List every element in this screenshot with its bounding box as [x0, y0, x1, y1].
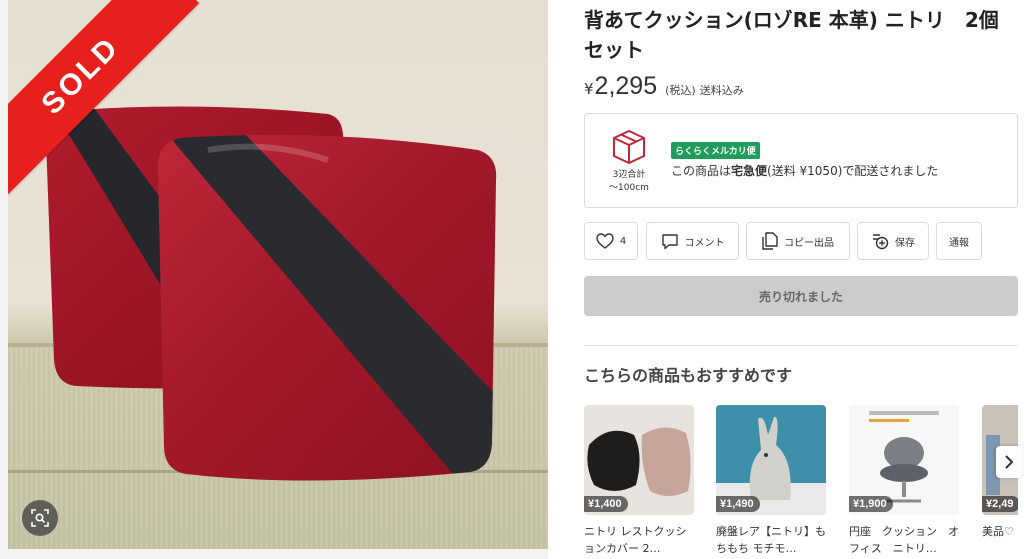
- copy-icon: [762, 232, 778, 250]
- recommendation-item[interactable]: ¥2,49 美品♡ ングシ: [982, 405, 1018, 557]
- report-label: 通報: [949, 237, 969, 249]
- price-row: ¥ 2,295 (税込) 送料込み: [584, 72, 744, 101]
- tax-note: (税込): [665, 84, 696, 97]
- product-image-area[interactable]: SOLD: [0, 0, 548, 559]
- recommendation-price: ¥1,490: [716, 496, 760, 512]
- shipping-info-box: 3辺合計 〜100cm らくらくメルカリ便 この商品は宅急便(送料 ¥1050)…: [584, 113, 1018, 208]
- product-photo[interactable]: SOLD: [8, 0, 548, 549]
- image-search-icon: [31, 509, 49, 527]
- heart-icon: [596, 233, 614, 249]
- chevron-right-icon: [1005, 455, 1014, 469]
- recommendation-thumbnail[interactable]: ¥1,900: [849, 405, 959, 515]
- recommendation-item[interactable]: ¥1,490 廃盤レア【ニトリ】もちもち モチモ…: [716, 405, 826, 557]
- shipping-method: 宅急便: [731, 164, 768, 178]
- shipping-fee: (送料 ¥1050): [767, 164, 843, 178]
- shipping-text-suffix: で配送されました: [842, 164, 939, 178]
- sold-out-button[interactable]: 売り切れました: [584, 276, 1018, 316]
- shipping-text: この商品は宅急便(送料 ¥1050)で配送されました: [671, 162, 938, 179]
- report-button[interactable]: 通報: [936, 222, 982, 260]
- like-count: 4: [619, 235, 627, 247]
- save-button[interactable]: 保存: [857, 222, 929, 260]
- recommendation-item[interactable]: ¥1,900 円座 クッション オフィス ニトリ…: [849, 405, 959, 557]
- size-label-line2: 〜100cm: [609, 183, 649, 193]
- recommendation-price: ¥1,400: [584, 496, 628, 512]
- currency-symbol: ¥: [584, 80, 594, 98]
- shipping-text-prefix: この商品は: [671, 164, 732, 178]
- recommendation-name[interactable]: 円座 クッション オフィス ニトリ…: [849, 523, 959, 557]
- recommendation-thumbnail[interactable]: ¥1,490: [716, 405, 826, 515]
- recommendation-thumbnail[interactable]: ¥1,400: [584, 405, 694, 515]
- recommendation-price: ¥1,900: [849, 496, 893, 512]
- product-title: 背あてクッション(ロゾRE 本革) ニトリ 2個セット: [584, 8, 999, 62]
- image-search-button[interactable]: [22, 500, 58, 536]
- recommendation-name[interactable]: ニトリ レストクッションカバー 2…: [584, 523, 694, 557]
- comment-button[interactable]: コメント: [646, 222, 739, 260]
- box-icon: [613, 129, 645, 165]
- price: 2,295: [594, 72, 658, 100]
- recommendation-price: ¥2,49: [982, 496, 1018, 512]
- size-label: 3辺合計 〜100cm: [595, 169, 663, 195]
- shipping-included: 送料込み: [699, 84, 744, 97]
- shipping-service-badge: らくらくメルカリ便: [671, 142, 760, 159]
- comment-icon: [661, 233, 678, 249]
- size-label-line1: 3辺合計: [612, 170, 646, 180]
- copy-listing-label: コピー出品: [784, 237, 834, 249]
- recommendation-name[interactable]: 廃盤レア【ニトリ】もちもち モチモ…: [716, 523, 826, 557]
- comment-label: コメント: [684, 237, 725, 249]
- recommendations-title: こちらの商品もおすすめです: [584, 366, 793, 385]
- recommendation-item[interactable]: ¥1,400 ニトリ レストクッションカバー 2…: [584, 405, 694, 557]
- section-divider: [584, 345, 1018, 346]
- recommendation-name[interactable]: 美品♡ ングシ: [982, 523, 1018, 557]
- copy-listing-button[interactable]: コピー出品: [746, 222, 850, 260]
- carousel-next-button[interactable]: [996, 446, 1022, 478]
- save-add-icon: [873, 234, 889, 250]
- save-label: 保存: [895, 237, 915, 249]
- like-button[interactable]: 4: [584, 222, 638, 260]
